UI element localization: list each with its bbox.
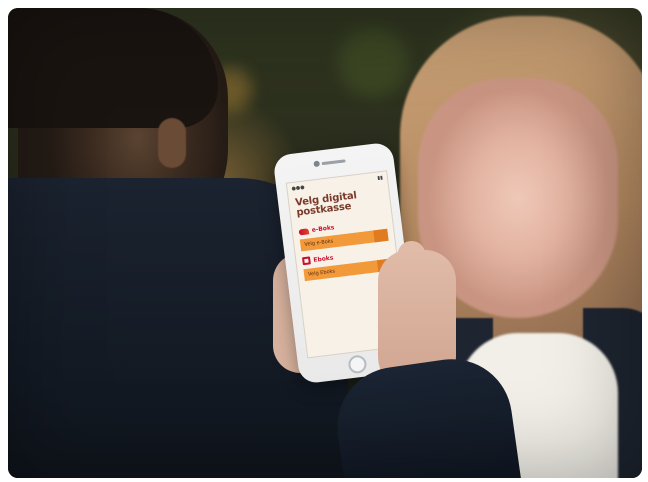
camera-icon [313, 160, 321, 168]
speaker-icon [321, 159, 346, 166]
home-button[interactable] [347, 354, 368, 375]
photo: ●●● ▮▮ Velg digital postkasse e-Boks Vel… [8, 8, 642, 478]
battery-icon: ▮▮ [377, 174, 384, 182]
bank-logo-icon [301, 256, 311, 266]
bank-logo-icon [298, 227, 310, 235]
bokeh-light [338, 28, 408, 98]
bank-name: e-Boks [311, 224, 335, 234]
screenshot-frame: ●●● ▮▮ Velg digital postkasse e-Boks Vel… [0, 0, 648, 482]
bank-name: Eboks [312, 254, 334, 264]
man-hair [8, 8, 218, 128]
man-ear [158, 118, 186, 168]
